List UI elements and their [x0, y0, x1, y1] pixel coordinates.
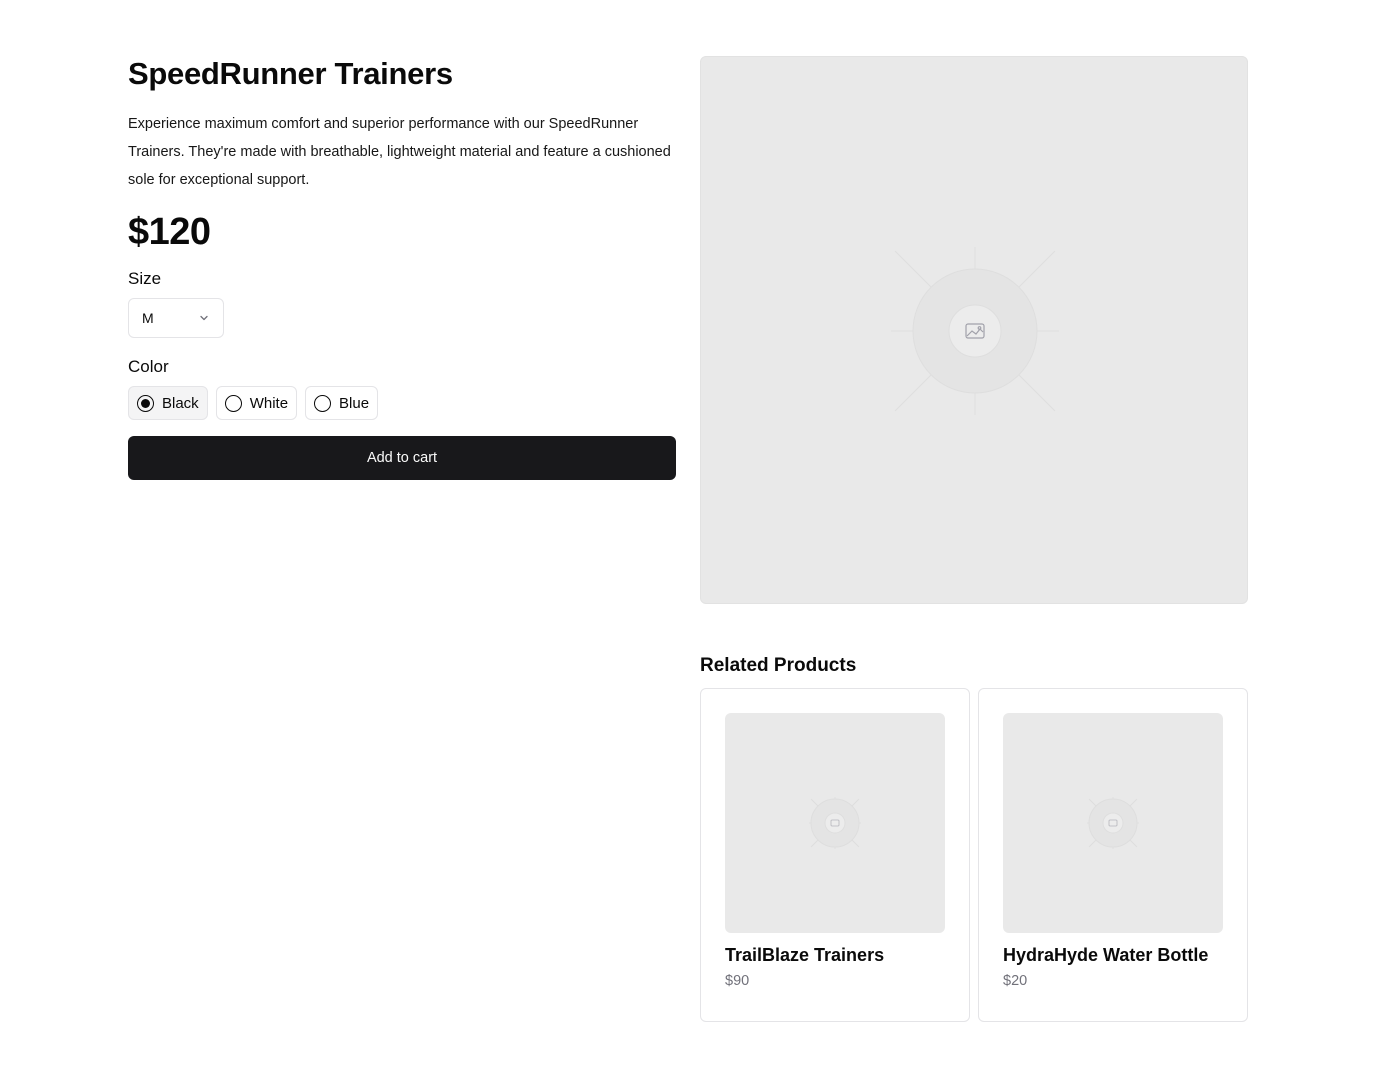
- color-option-black[interactable]: Black: [128, 386, 208, 420]
- related-product-card[interactable]: HydraHyde Water Bottle $20: [978, 688, 1248, 1022]
- image-icon: [891, 247, 1059, 415]
- color-radio-group: Black White Blue: [128, 386, 676, 420]
- related-products-list: TrailBlaze Trainers $90 HydraHyde Water …: [700, 688, 1248, 1022]
- related-products-title: Related Products: [700, 655, 857, 676]
- related-product-card[interactable]: TrailBlaze Trainers $90: [700, 688, 970, 1022]
- product-title: SpeedRunner Trainers: [128, 56, 453, 91]
- image-icon: [1087, 797, 1139, 849]
- color-option-blue[interactable]: Blue: [305, 386, 379, 420]
- image-icon: [809, 797, 861, 849]
- color-option-white[interactable]: White: [215, 386, 298, 420]
- radio-icon: [314, 394, 332, 412]
- radio-icon: [224, 394, 242, 412]
- color-option-label: White: [249, 394, 289, 412]
- product-details: SpeedRunner Trainers Experience maximum …: [128, 56, 676, 480]
- product-image: [700, 56, 1248, 604]
- size-label: Size: [128, 269, 162, 288]
- color-label: Color: [128, 357, 169, 376]
- add-to-cart-button[interactable]: Add to cart: [128, 436, 676, 480]
- product-description: Experience maximum comfort and superior …: [128, 116, 671, 188]
- related-product-name: TrailBlaze Trainers: [725, 945, 885, 965]
- product-thumbnail: [1003, 713, 1223, 933]
- radio-selected-icon: [137, 394, 154, 412]
- color-option-label: Blue: [339, 394, 370, 412]
- product-price: $120: [128, 211, 211, 253]
- related-product-price: $90: [725, 973, 750, 989]
- size-select-value: M: [142, 310, 154, 326]
- size-select[interactable]: M: [128, 298, 224, 338]
- product-thumbnail: [725, 713, 945, 933]
- related-product-price: $20: [1003, 973, 1028, 989]
- related-product-name: HydraHyde Water Bottle: [1003, 945, 1209, 965]
- chevron-down-icon: [200, 315, 208, 321]
- color-option-label: Black: [162, 394, 199, 412]
